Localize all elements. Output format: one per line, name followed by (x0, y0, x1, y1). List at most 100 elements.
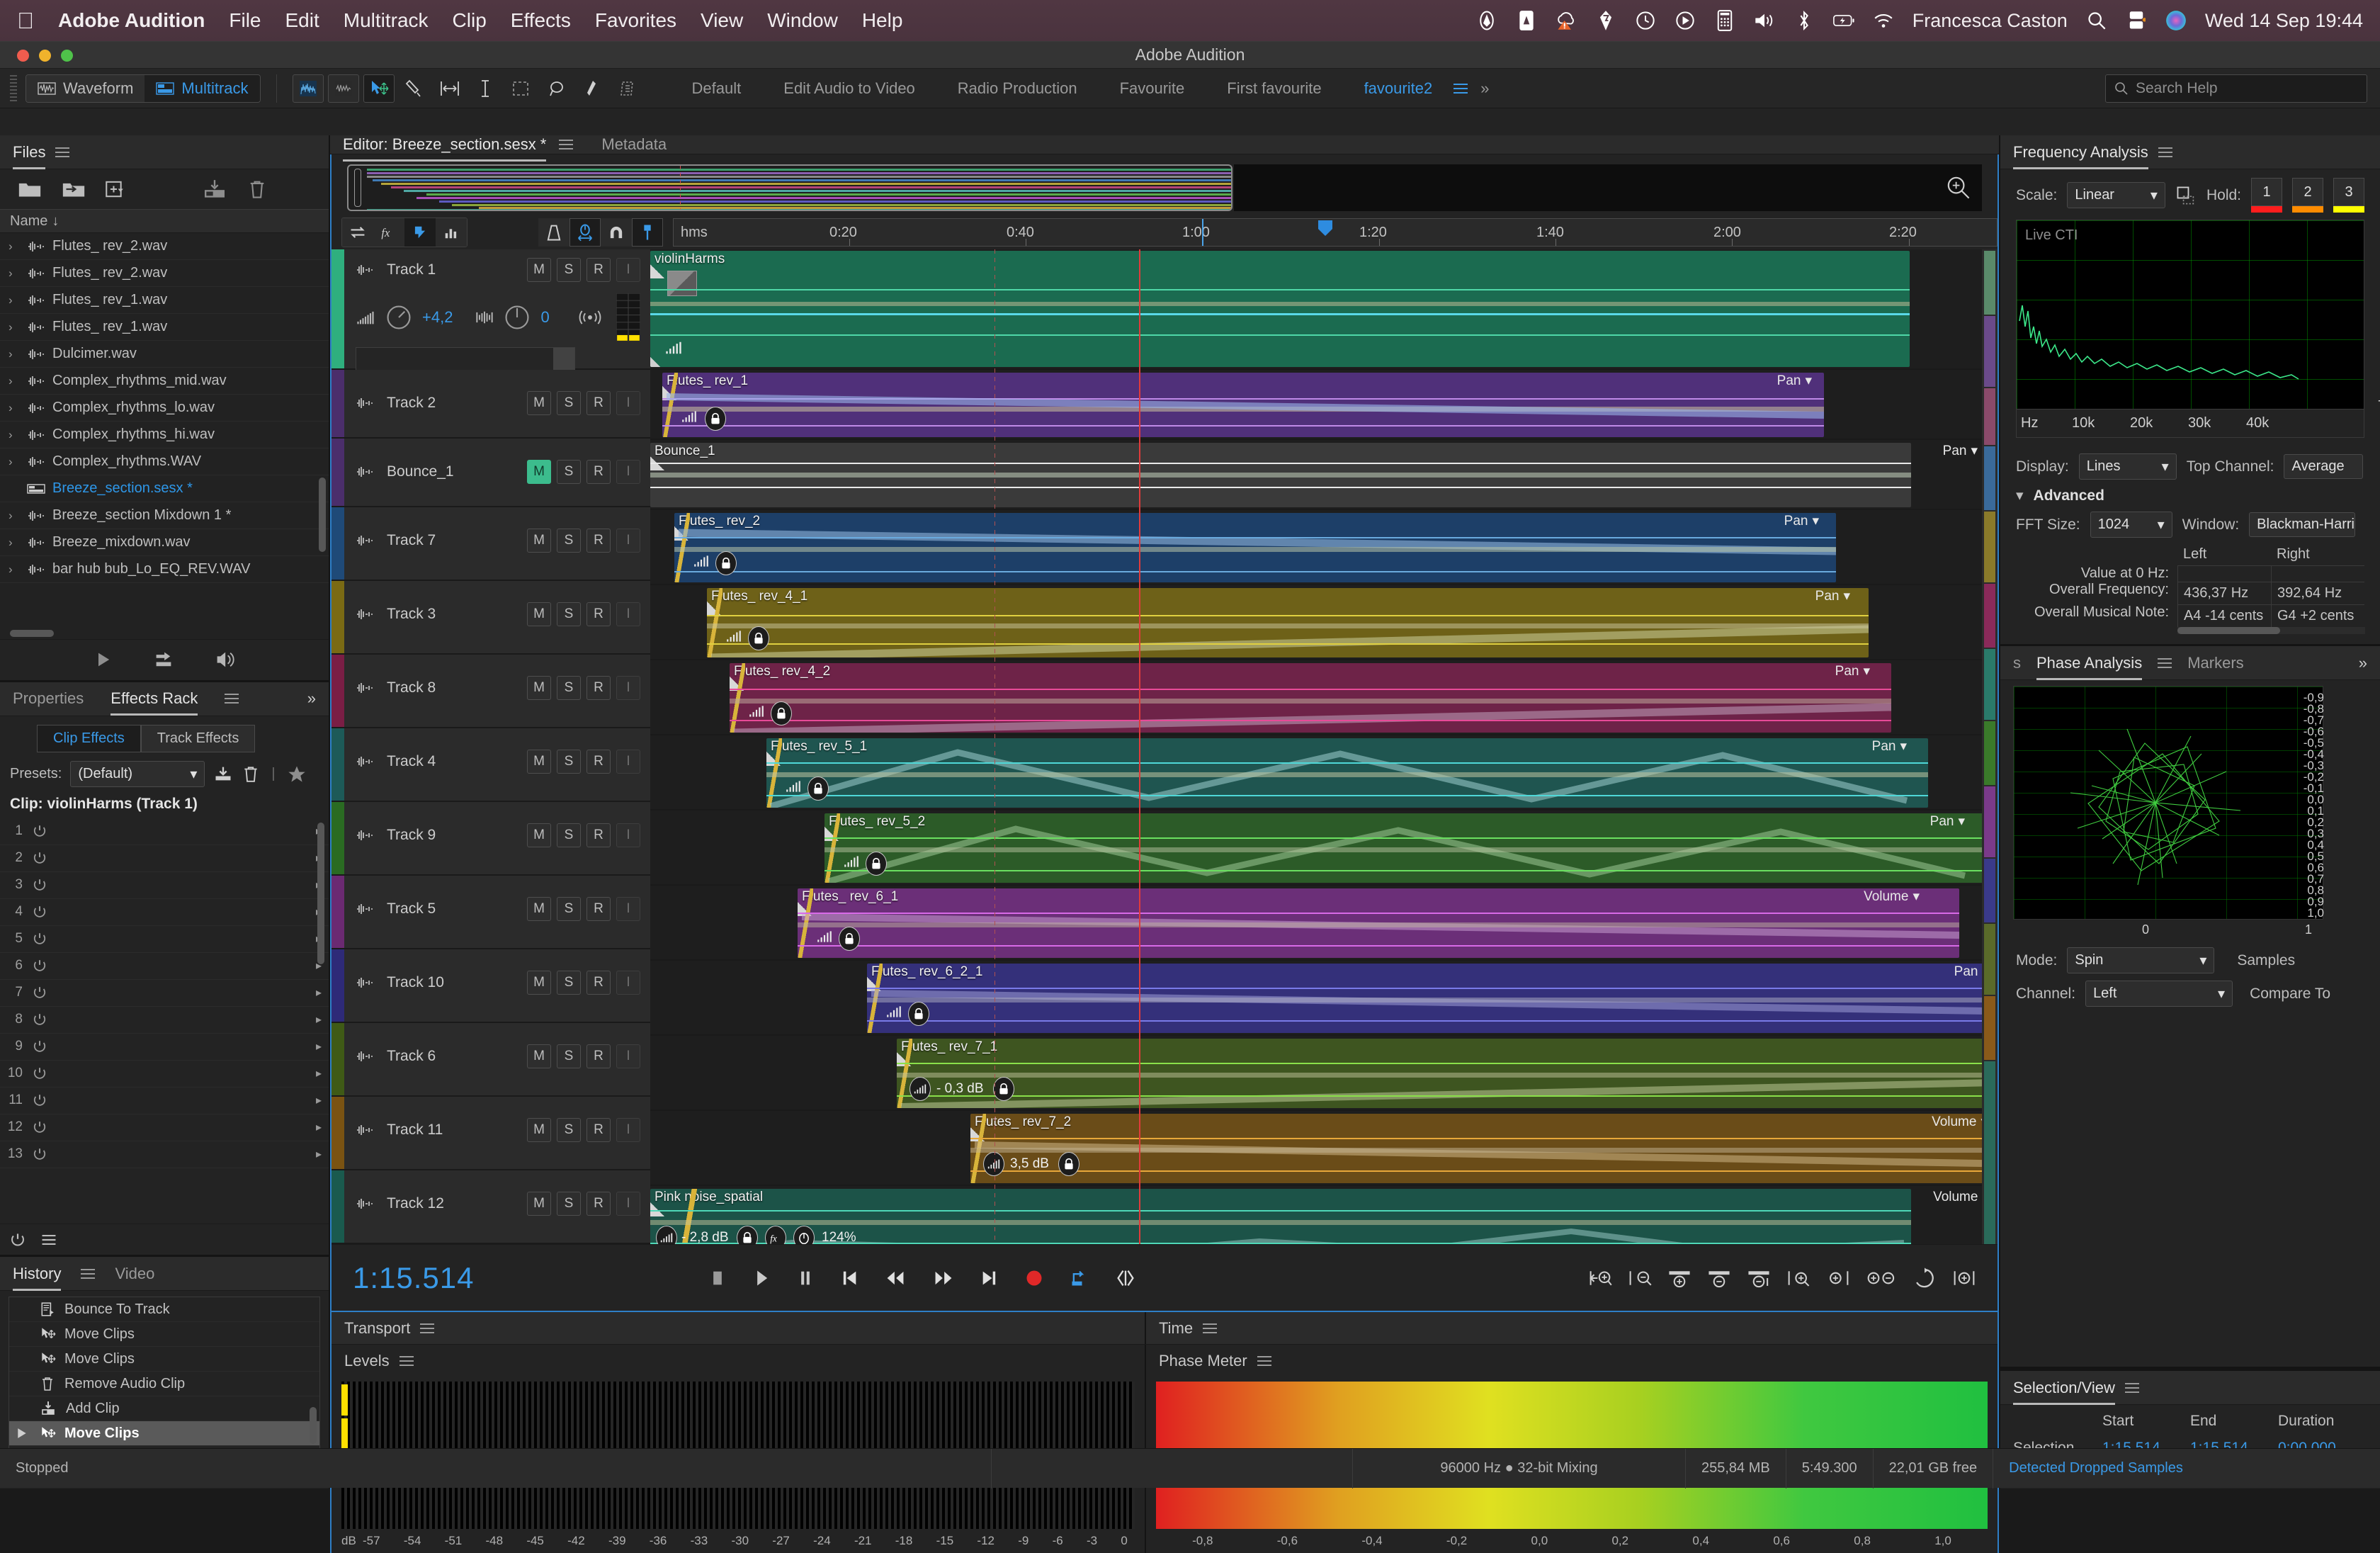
expand-chevron-icon[interactable]: › (8, 266, 20, 281)
track-name[interactable]: Bounce_1 (387, 463, 454, 480)
expand-chevron-icon[interactable]: › (8, 509, 20, 523)
search-icon[interactable] (2086, 9, 2107, 32)
mac-clock[interactable]: Wed 14 Sep 19:44 (2205, 10, 2363, 32)
arm-record-button[interactable]: R (586, 750, 611, 774)
loop-playback-icon[interactable] (1070, 1268, 1089, 1288)
expand-chevron-icon[interactable]: › (8, 320, 20, 334)
input-monitor-button[interactable]: I (616, 750, 640, 774)
list-item[interactable]: ›Flutes_ rev_1.wav (0, 287, 329, 314)
clip-lock-icon[interactable] (737, 1226, 758, 1244)
solo-button[interactable]: S (557, 391, 581, 415)
clip-automation-label[interactable]: Volume▾ (1932, 1114, 1988, 1130)
power-icon[interactable] (33, 851, 47, 865)
mute-button[interactable]: M (527, 460, 551, 484)
effect-slot[interactable]: 3▸ (0, 872, 329, 899)
lane-track-7[interactable]: Flutes_ rev_2 Pan▾ (650, 512, 1998, 585)
solo-button[interactable]: S (557, 1118, 581, 1142)
insert-into-multitrack-icon[interactable] (201, 179, 228, 199)
mute-button[interactable]: M (527, 823, 551, 847)
clip-flutes-rev-4-1[interactable]: Flutes_ rev_4_1 (707, 588, 1869, 657)
clip-gain-value[interactable]: - 0,3 dB (936, 1081, 984, 1097)
track-name[interactable]: Track 3 (387, 606, 436, 623)
list-item[interactable]: ›Breeze_mixdown.wav (0, 529, 329, 556)
tab-markers[interactable]: Markers (2187, 654, 2243, 672)
clip-flutes-rev-7-1[interactable]: Flutes_ rev_7_1 - 0,3 dB (897, 1039, 1998, 1108)
zoom-in-amplitude-icon[interactable] (1588, 1267, 1612, 1289)
mute-button[interactable]: M (527, 602, 551, 626)
effects-slot-list[interactable]: 1▸ 2▸ 3▸ 4▸ 5▸ 6▸ 7▸ 8▸ 9▸ 10▸ 11▸ 12▸ 1… (0, 818, 329, 1224)
clip-lock-icon[interactable] (1058, 1152, 1080, 1176)
bluetooth-icon[interactable] (1794, 9, 1815, 32)
mute-button[interactable]: M (527, 1118, 551, 1142)
input-monitor-button[interactable]: I (616, 1044, 640, 1068)
clip-lock-icon[interactable] (993, 1077, 1014, 1101)
track-header-track-12[interactable]: Track 12MSRI (332, 1170, 650, 1244)
auto-input-icon[interactable] (404, 218, 436, 247)
clip-automation-label[interactable]: Volume▾ (1864, 888, 1920, 905)
slot-chevron-icon[interactable]: ▸ (316, 1147, 322, 1161)
scale-select[interactable]: Linear ▾ (2067, 182, 2165, 208)
effects-panel-menu-icon[interactable] (225, 691, 239, 706)
display-select[interactable]: Lines ▾ (2079, 453, 2177, 480)
power-icon[interactable] (33, 824, 47, 838)
files-panel-menu-icon[interactable] (55, 145, 69, 160)
record-icon[interactable] (1024, 1268, 1044, 1288)
clip-gain-icon[interactable] (843, 854, 860, 869)
lane-track-12[interactable]: Pink noise_spatial - 2,8 dB fx (650, 1187, 1998, 1244)
mode-select[interactable]: Spin ▾ (2067, 947, 2214, 973)
solo-button[interactable]: S (557, 1192, 581, 1216)
expand-chevron-icon[interactable]: › (8, 239, 20, 254)
clip-lock-icon[interactable] (715, 551, 737, 575)
zoom-in-left-icon[interactable] (1866, 1267, 1897, 1289)
tab-video[interactable]: Video (115, 1265, 154, 1283)
track-name[interactable]: Track 10 (387, 974, 444, 991)
clip-lock-icon[interactable] (908, 1002, 929, 1026)
snap-magnet-icon[interactable] (601, 218, 632, 247)
clip-crossfade-icon[interactable] (667, 271, 697, 296)
dropbox-icon[interactable] (1476, 9, 1497, 32)
clip-gain-icon[interactable] (816, 930, 833, 944)
input-monitor-button[interactable]: I (616, 391, 640, 415)
menu-view[interactable]: View (701, 9, 743, 32)
menu-window[interactable]: Window (767, 9, 838, 32)
lanes-vertical-scrollbar[interactable] (1982, 249, 1998, 1244)
input-monitor-button[interactable]: I (616, 602, 640, 626)
track-name[interactable]: Track 1 (387, 261, 436, 278)
stop-icon[interactable] (708, 1268, 727, 1288)
zoom-in-right-icon[interactable] (1912, 1267, 1937, 1289)
arm-record-button[interactable]: R (586, 1044, 611, 1068)
volume-slider-icon[interactable] (356, 309, 375, 326)
history-scrollbar[interactable] (310, 1407, 317, 1444)
menu-effects[interactable]: Effects (511, 9, 571, 32)
power-icon[interactable] (33, 986, 47, 1000)
lane-track-9[interactable]: Flutes_ rev_5_2 Pan▾ (650, 812, 1998, 886)
list-item[interactable]: Remove Audio Clip (9, 1372, 319, 1396)
list-icon[interactable] (40, 1232, 58, 1248)
track-name[interactable]: Track 9 (387, 827, 436, 844)
list-item[interactable]: Move Clips (9, 1322, 319, 1347)
list-item[interactable]: ›Flutes_ rev_2.wav (0, 260, 329, 287)
window-select[interactable]: Blackman-Harris (2249, 512, 2355, 537)
play-icon[interactable] (752, 1268, 771, 1288)
arm-record-button[interactable]: R (586, 676, 611, 700)
list-item[interactable]: ›Breeze_section Mixdown 1 * (0, 502, 329, 529)
skip-end-icon[interactable] (980, 1268, 999, 1288)
list-item[interactable]: ›Dulcimer.wav (0, 341, 329, 368)
tab-metadata[interactable]: Metadata (601, 135, 667, 154)
expand-chevron-icon[interactable]: › (8, 374, 20, 388)
cti-snap-icon[interactable] (632, 218, 663, 247)
record-icon[interactable] (1674, 9, 1696, 32)
input-monitor-button[interactable]: I (616, 529, 640, 553)
tab-properties[interactable]: Properties (13, 689, 84, 708)
expand-chevron-icon[interactable]: › (8, 401, 20, 415)
slot-chevron-icon[interactable]: ▸ (316, 1093, 322, 1107)
zoom-navigator[interactable] (347, 164, 1982, 211)
lane-track-8[interactable]: Flutes_ rev_4_2 Pan▾ (650, 662, 1998, 735)
arm-record-button[interactable]: R (586, 971, 611, 995)
workspace-radio-production[interactable]: Radio Production (936, 79, 1099, 98)
timemachine-icon[interactable] (1635, 9, 1656, 32)
lane-track-3[interactable]: Flutes_ rev_4_1 Pan▾ (650, 587, 1998, 660)
track-name[interactable]: Track 7 (387, 532, 436, 549)
marquee-selection-icon[interactable] (505, 74, 536, 103)
time-panel-menu-icon[interactable] (1203, 1321, 1217, 1336)
